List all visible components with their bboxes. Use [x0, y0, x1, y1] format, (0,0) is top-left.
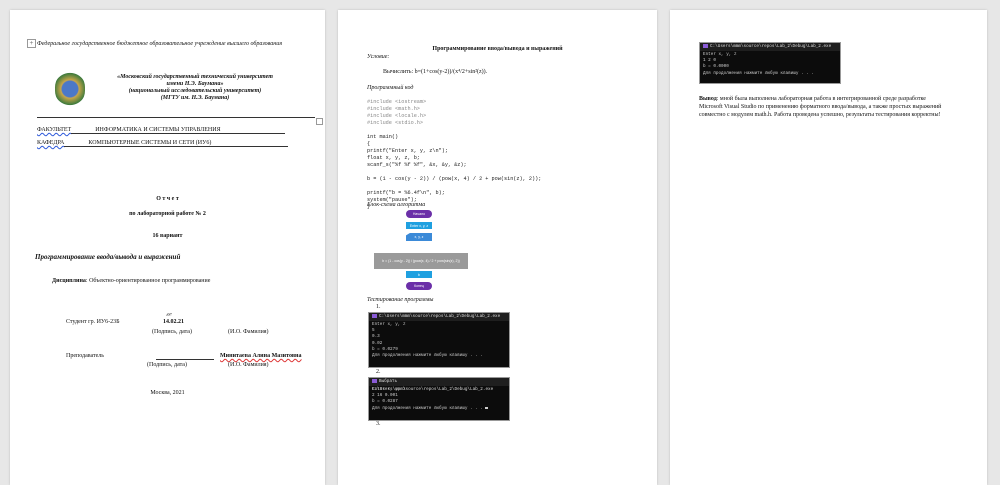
console-app-icon	[703, 43, 708, 48]
code-line: scanf_s("%f %f %f", &x, &y, &z);	[367, 162, 467, 168]
test-console-1: C:\Users\mmm\source\repos\Lab_2\Debug\La…	[368, 312, 510, 368]
code-line: b = (1 - cos(y - 2)) / (pow(x, 4) / 2 + …	[367, 176, 542, 182]
teacher-sign-caption: (Подпись, дата)	[147, 362, 187, 368]
flow-input: x, y, z	[406, 233, 432, 241]
student-sign-caption: (Подпись, дата)	[152, 329, 192, 335]
page-2: Программирование ввода/вывода и выражени…	[338, 10, 657, 485]
code-line: #include <math.h>	[367, 106, 420, 112]
discipline: Дисциплина: Объектно-ориентированное про…	[52, 278, 211, 284]
code-line: printf("b = %6.4f\n", b);	[367, 190, 445, 196]
page-3: C:\Users\mmm\source\repos\Lab_2\Debug\La…	[670, 10, 987, 485]
page-1: + Федеральное государственное бюджетное …	[10, 10, 325, 485]
console-app-icon	[372, 313, 377, 318]
teacher-name-caption: (И.О. Фамилия)	[228, 362, 269, 368]
teacher-sign-line	[156, 359, 214, 360]
code-line: #include <stdio.h>	[367, 120, 424, 126]
test-number-2: 2.	[376, 369, 381, 375]
department-row: КАФЕДРА КОМПЬЮТЕРНЫЕ СИСТЕМЫ И СЕТИ (ИУ6)	[37, 140, 289, 147]
student-date: 14.02.21	[163, 319, 184, 325]
flow-calc: b = (1 - cos(y - 2)) / (pow(x, 4) / 2 + …	[374, 253, 468, 269]
variant: 16 вариант	[152, 233, 183, 239]
condition-label: Условие:	[367, 54, 390, 60]
lab-number: по лабораторной работе № 2	[129, 211, 206, 217]
divider	[37, 117, 315, 118]
console-titlebar: Выбрать C:\Users\mmm\source\repos\Lab_2\…	[369, 378, 509, 392]
code-line: #include <locale.h>	[367, 113, 427, 119]
condition: Вычислить: b=(1+cos(y-2))/(x⁴/2+sin²(z))…	[383, 69, 488, 75]
result-console: C:\Users\mmm\source\repos\Lab_2\Debug\La…	[699, 42, 841, 84]
header-line: Федеральное государственное бюджетное об…	[37, 41, 282, 47]
university-emblem	[55, 72, 85, 106]
code-block: #include <iostream> #include <math.h> #inc…	[367, 99, 541, 211]
cell-marker	[316, 118, 323, 125]
topic: Программирование ввода/вывода и выражени…	[35, 253, 181, 261]
testing-label: Тестирование программы	[367, 297, 434, 303]
report-title: О т ч е т	[156, 196, 179, 202]
flowchart-label: Блок-схема алгоритма	[367, 202, 426, 208]
signature: 𝓌	[166, 309, 172, 318]
console-app-icon	[372, 378, 377, 383]
university-name: «Московский государственный технический …	[117, 74, 273, 101]
conclusion: Вывод: мной была выполнена лабораторная …	[699, 96, 942, 118]
test-console-2: Выбрать C:\Users\mmm\source\repos\Lab_2\…	[368, 377, 510, 421]
console-titlebar: C:\Users\mmm\source\repos\Lab_2\Debug\La…	[700, 43, 840, 51]
teacher-label: Преподаватель	[66, 353, 105, 359]
code-line: int main()	[367, 134, 399, 140]
student-name-caption: (И.О. Фамилия)	[228, 329, 269, 335]
flow-prompt: Enter x, y, z	[406, 222, 432, 229]
test-number-1: 1.	[376, 304, 381, 310]
table-move-handle[interactable]: +	[27, 39, 36, 48]
city-year: Москва, 2021	[150, 390, 185, 396]
faculty-row: ФАКУЛЬТЕТ ИНФОРМАТИКА И СИСТЕМЫ УПРАВЛЕНИ…	[37, 127, 286, 134]
page-title: Программирование ввода/вывода и выражени…	[432, 46, 563, 52]
student-label: Студент гр. ИУ6-23Б	[66, 319, 120, 325]
code-line: #include <iostream>	[367, 99, 427, 105]
code-line: float x, y, z, b;	[367, 155, 420, 161]
test-number-3: 3.	[376, 421, 381, 427]
console-titlebar: C:\Users\mmm\source\repos\Lab_2\Debug\La…	[369, 313, 509, 321]
code-line: {	[367, 141, 371, 147]
code-label: Программный код	[367, 85, 414, 91]
flow-start: Начало	[406, 210, 432, 218]
code-line: printf("Enter x, y, z\n");	[367, 148, 448, 154]
flow-output: b	[406, 271, 432, 278]
flow-end: Конец	[406, 282, 432, 290]
teacher-name: Минитаева Алина Мазитовна	[220, 353, 302, 359]
